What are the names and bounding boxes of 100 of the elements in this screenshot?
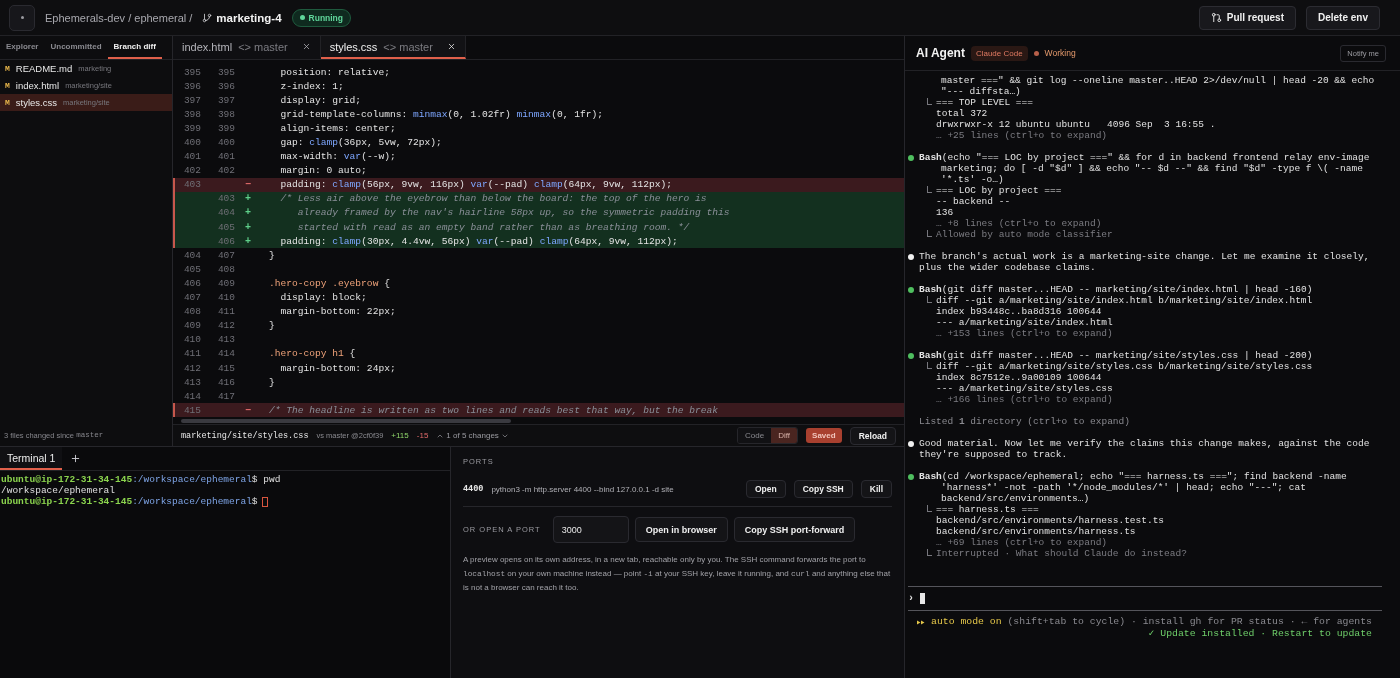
command-output: 136 [936,207,954,218]
line-number: 409 [216,277,236,289]
file-path: marketing/site/styles.css [181,430,309,441]
line-number: 417 [216,390,236,402]
tool-dot [908,352,914,359]
agent-status: Working [1044,48,1076,58]
editor-tab[interactable]: styles.css <> master [320,36,466,59]
port-number: 4400 [463,484,484,494]
line-number: 398 [216,108,236,120]
tab-file-name: styles.css [329,40,378,53]
status-dot [1033,50,1039,56]
line-number: 406 [216,235,236,247]
code-line: } [268,249,275,261]
line-number: 404 [182,249,202,261]
close-icon[interactable] [301,42,311,51]
code-line: already framed by the nav's hairline 58px up, so the symmetric padding this [296,207,730,219]
port-action-button[interactable]: Copy SSH [793,480,853,498]
panel-title: AI Agent [916,46,965,60]
line-number: 411 [216,306,236,318]
line-number: 408 [216,263,236,275]
port-command: python3 -m http.server 4400 --bind 127.0.0.1 -d site [491,484,674,494]
open-port-button[interactable]: Copy SSH port-forward [733,517,856,542]
diff-sign: + [244,221,252,233]
sidebar-tab[interactable]: Branch diff [107,36,162,59]
line-number: 398 [182,108,202,120]
line-number: 409 [182,320,202,332]
line-number: 414 [182,390,202,402]
line-number: 416 [216,376,236,388]
command-output: -- backend -- [936,196,1011,207]
diff-sign: − [244,404,252,416]
sidebar-tab[interactable]: Uncommitted [44,36,108,59]
line-number: 399 [182,122,202,134]
port-action-button[interactable]: Kill [860,480,892,498]
line-number: 413 [182,376,202,388]
command-output: … +166 lines (ctrl+o to expand) [936,394,1113,405]
fast-forward-icon [917,618,926,626]
pull-request-button[interactable]: Pull request [1198,5,1296,30]
modified-marker: M [5,81,10,90]
reload-button[interactable]: Reload [849,426,896,445]
editor-tab[interactable]: index.html <> master [173,36,321,59]
agent-message: Good material. Now let me verify the claims this change makes, against the code they're supposed to track. [919,438,1371,460]
code-line: padding: clamp(56px, 9vw, 116px) var(--pad) clamp(64px, 9vw, 112px); [279,179,673,191]
change-navigator[interactable]: 1 of 5 changes [436,431,509,440]
command-output: === LOC by project === [936,185,1062,196]
tab-compare-label: <> master [383,40,433,53]
command-output: … +8 lines (ctrl+o to expand) [936,218,1102,229]
code-line: } [268,320,275,332]
terminal-tab[interactable]: Terminal 1 [0,447,63,470]
command-output: … +69 lines (ctrl+o to expand) [936,537,1108,548]
line-number: 399 [216,122,236,134]
modified-marker: M [5,98,10,107]
line-number: 411 [182,348,202,360]
input-cursor[interactable] [920,593,925,604]
terminal-line: ubuntu@ip-172-31-34-145:/workspace/ephemeral$ [1,496,258,507]
view-mode-toggle[interactable]: Code [738,428,772,443]
line-number: 401 [182,151,202,163]
line-number: 405 [182,263,202,275]
prompt-symbol: › [908,593,914,604]
line-number: 415 [216,362,236,374]
port-action-button[interactable]: Open [745,480,786,498]
line-number: 407 [216,249,236,261]
line-number: 395 [182,66,202,78]
command-output: backend/src/environments/harness.test.ts [936,515,1165,526]
line-number: 397 [216,94,236,106]
terminal-line: ubuntu@ip-172-31-34-145:/workspace/ephemeral$ pwd [1,474,281,485]
command-output: diff --git a/marketing/site/styles.css b/marketing/site/styles.css [936,361,1313,372]
line-number: 401 [216,151,236,163]
command-output: === harness.ts === [936,504,1039,515]
line-number: 402 [216,165,236,177]
engine-badge: Claude Code [970,45,1028,61]
close-icon[interactable] [446,42,456,51]
code-line: .hero-copy h1 { [268,348,356,360]
line-number: 410 [182,334,202,346]
file-name: index.html [15,80,60,91]
command-text: master ===" && git log --oneline master..HEAD 2>/dev/null | head -20 && echo "--- diffsta…) [940,75,1376,97]
plus-icon [70,453,82,464]
code-line: gap: clamp(36px, 5vw, 72px); [279,137,442,148]
command-output: --- a/marketing/site/styles.css [936,383,1113,394]
code-line: margin-bottom: 24px; [279,362,396,374]
open-port-button[interactable]: Open in browser [634,517,728,542]
command-output: --- a/marketing/site/index.html [936,317,1113,328]
line-number: 400 [182,137,202,148]
breadcrumb[interactable]: Ephemerals-dev / ephemeral / [45,11,193,24]
removed-count: -15 [416,431,429,440]
port-input[interactable]: 3000 [552,516,629,543]
line-number: 405 [216,221,236,233]
command-text: Bash(git diff master...HEAD -- marketing/site/styles.css | head -200) [919,350,1314,361]
code-line: max-width: var(--w); [279,151,396,163]
delete-button[interactable]: Delete env [1305,5,1380,30]
command-output: total 372 [936,108,988,119]
sidebar-tab[interactable]: Explorer [0,36,45,59]
agent-message: The branch's actual work is a marketing-site change. Let me examine it closely, plus the wider codebase claims. [919,251,1371,273]
pull-request-icon [1210,12,1222,23]
code-line: grid-template-columns: minmax(0, 1.02fr) minmax(0, 1fr); [279,108,603,120]
status-badge: Running [291,8,351,27]
terminal-output: /workspace/ephemeral [1,485,116,496]
code-line: padding: clamp(30px, 4.4vw, 56px) var(--pad) clamp(64px, 9vw, 112px); [279,235,678,247]
tool-dot [908,154,914,161]
view-mode-toggle[interactable]: Diff [771,428,798,443]
save-status: Saved [806,428,842,443]
